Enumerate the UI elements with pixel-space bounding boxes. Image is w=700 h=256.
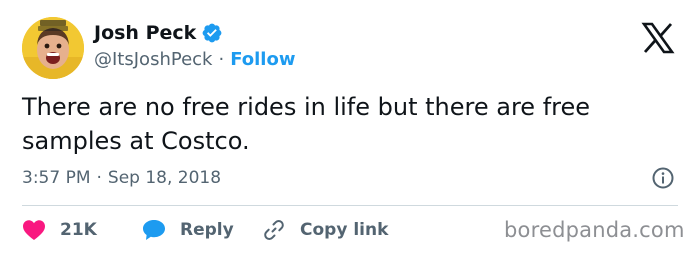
copy-link-label: Copy link — [300, 220, 389, 240]
x-logo-icon[interactable] — [638, 22, 678, 54]
divider — [22, 205, 678, 206]
tweet-timestamp[interactable]: 3:57 PM · Sep 18, 2018 — [22, 165, 221, 191]
timestamp-separator: · — [96, 168, 102, 188]
verified-badge-icon — [201, 22, 223, 44]
handle-separator: · — [218, 48, 225, 70]
tweet-actions: 21K Reply Copy link — [22, 215, 388, 245]
like-button[interactable]: 21K — [22, 219, 142, 241]
watermark: boredpanda.com — [504, 218, 685, 242]
copy-link-button[interactable]: Copy link — [262, 218, 388, 242]
author-name-row: Josh Peck — [94, 20, 223, 46]
avatar[interactable] — [22, 17, 84, 79]
avatar-image — [22, 17, 84, 79]
author-name[interactable]: Josh Peck — [94, 22, 196, 44]
tweet-text: There are no free rides in life but ther… — [22, 93, 591, 155]
reply-button[interactable]: Reply — [142, 219, 262, 241]
author-handle[interactable]: @ItsJoshPeck — [94, 49, 212, 70]
reply-label: Reply — [180, 220, 234, 240]
tweet-date: Sep 18, 2018 — [107, 168, 222, 188]
author-handle-row: @ItsJoshPeck · Follow — [94, 47, 295, 71]
speech-bubble-icon — [143, 220, 165, 240]
like-count: 21K — [60, 220, 97, 240]
follow-button[interactable]: Follow — [230, 49, 295, 70]
tweet-time: 3:57 PM — [22, 168, 91, 188]
heart-icon — [23, 220, 45, 240]
link-icon — [264, 220, 284, 240]
info-icon[interactable] — [651, 166, 675, 190]
